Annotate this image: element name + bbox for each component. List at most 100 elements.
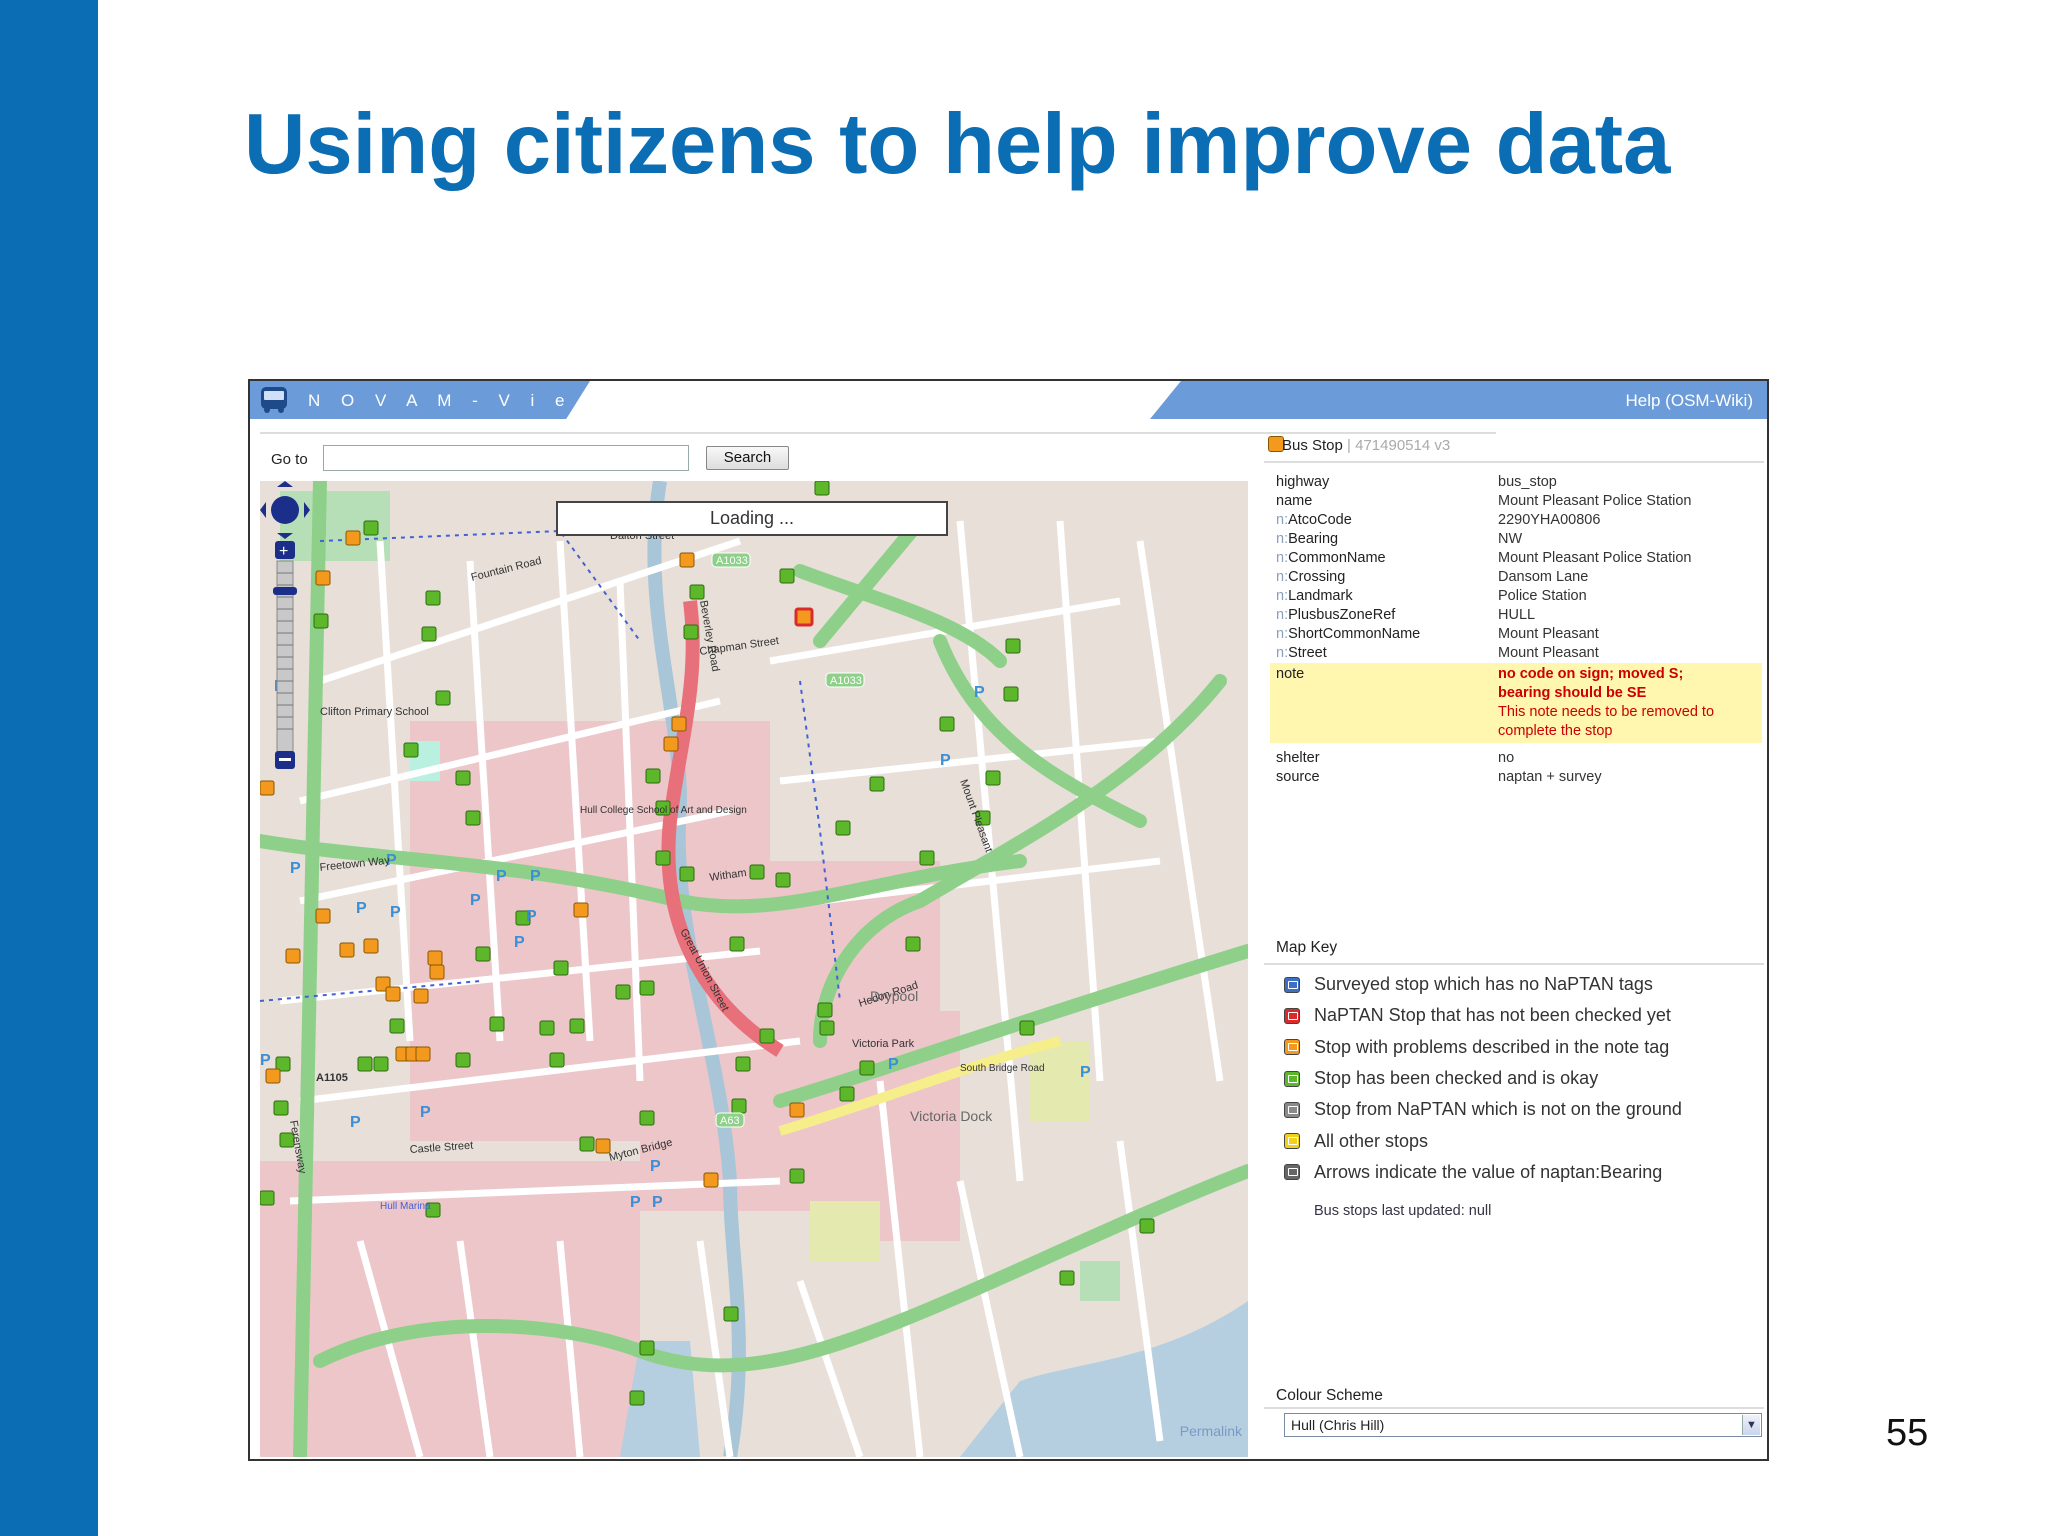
- map-label-hull-college: Hull College School of Art and Design: [580, 805, 747, 816]
- tag-key: highway: [1270, 473, 1498, 492]
- pan-left-icon: [260, 502, 266, 518]
- colour-scheme-title: Colour Scheme: [1276, 1387, 1383, 1404]
- tag-key-name: Street: [1288, 645, 1327, 661]
- map-key-label: NaPTAN Stop that has not been checked ye…: [1314, 1005, 1671, 1026]
- svg-text:P: P: [940, 752, 951, 769]
- pan-right-icon: [304, 502, 310, 518]
- svg-text:P: P: [974, 684, 985, 701]
- tag-key-name: name: [1276, 493, 1313, 509]
- tag-key: n:Crossing: [1270, 568, 1498, 587]
- tag-value: no: [1498, 750, 1515, 766]
- tag-rows-after: shelter no source naptan + survey: [1270, 749, 1762, 787]
- svg-text:P: P: [888, 1056, 899, 1073]
- tag-key-name: Bearing: [1288, 531, 1339, 547]
- loading-indicator: Loading ...: [556, 501, 948, 536]
- map-key-item: Arrows indicate the value of naptan:Bear…: [1284, 1157, 1754, 1188]
- permalink-link[interactable]: Permalink: [1180, 1423, 1242, 1439]
- svg-text:P: P: [350, 1114, 361, 1131]
- search-button[interactable]: Search: [706, 446, 789, 470]
- map-label-a1105: A1105: [316, 1072, 348, 1084]
- stop-heading: Bus Stop: [1282, 437, 1343, 454]
- map-label-fountain-road: Fountain Road: [470, 555, 543, 584]
- map-key-label: All other stops: [1314, 1130, 1429, 1151]
- pan-up-icon: [277, 481, 293, 487]
- map-key-item: Surveyed stop which has no NaPTAN tags: [1284, 969, 1754, 1000]
- tag-key: shelter: [1270, 749, 1498, 768]
- bus-stop-blue-icon: [1284, 976, 1300, 993]
- map-label-victoria-park: Victoria Park: [852, 1038, 915, 1050]
- map-canvas[interactable]: PPP PPP PPP PPP PPP PPP PP A1033 A1033 A…: [260, 481, 1248, 1457]
- map-label-victoria-dock: Victoria Dock: [910, 1108, 993, 1124]
- novam-viewer-window: N O V A M - V i e w e r Help (OSM-Wiki) …: [248, 379, 1769, 1461]
- tag-key-name: Crossing: [1288, 569, 1346, 585]
- tag-row: highway bus_stop: [1270, 473, 1762, 492]
- svg-text:A1033: A1033: [830, 675, 862, 687]
- tag-value: bus_stop: [1498, 474, 1557, 490]
- tag-row: n:Street Mount Pleasant: [1270, 644, 1762, 663]
- tag-key-name: CommonName: [1288, 550, 1386, 566]
- stop-title-divider: [1264, 461, 1764, 463]
- map-key-divider: [1264, 963, 1764, 965]
- tag-row: n:Bearing NW: [1270, 530, 1762, 549]
- tag-key-name: highway: [1276, 474, 1330, 490]
- svg-text:P: P: [526, 908, 537, 925]
- tag-row: shelter no: [1270, 749, 1762, 768]
- map-key-label: Stop from NaPTAN which is not on the gro…: [1314, 1099, 1682, 1120]
- tag-key: n:Bearing: [1270, 530, 1498, 549]
- map-key-label: Stop with problems described in the note…: [1314, 1036, 1670, 1057]
- svg-text:P: P: [652, 1194, 663, 1211]
- tag-key-name: source: [1276, 769, 1320, 785]
- svg-text:P: P: [530, 868, 541, 885]
- bus-stop-red-icon: [1284, 1007, 1300, 1024]
- map-label-clifton-school: Clifton Primary School: [320, 706, 429, 718]
- svg-text:P: P: [420, 1104, 431, 1121]
- map-key-label: Surveyed stop which has no NaPTAN tags: [1314, 974, 1653, 995]
- goto-input[interactable]: [323, 445, 689, 471]
- tag-value: 2290YHA00806: [1498, 512, 1601, 528]
- map-layer: PPP PPP PPP PPP PPP PPP PP A1033 A1033 A…: [260, 481, 1248, 1457]
- tag-value: Mount Pleasant: [1498, 626, 1599, 642]
- colour-scheme-select[interactable]: Hull (Chris Hill) ▼: [1284, 1413, 1762, 1437]
- tag-key: n:ShortCommonName: [1270, 625, 1498, 644]
- map-key-item: NaPTAN Stop that has not been checked ye…: [1284, 1000, 1754, 1031]
- tag-namespace: n:: [1276, 531, 1289, 547]
- tag-row: n:Landmark Police Station: [1270, 587, 1762, 606]
- tag-key: note: [1276, 666, 1305, 682]
- tag-value-note: no code on sign; moved S; bearing should…: [1498, 665, 1762, 741]
- zoom-slider-handle: [273, 587, 297, 595]
- note-hint-2: complete the stop: [1498, 723, 1613, 739]
- tag-key: n:PlusbusZoneRef: [1270, 606, 1498, 625]
- tag-value: HULL: [1498, 607, 1536, 623]
- map-key-title: Map Key: [1276, 939, 1338, 956]
- map-pan-zoom-control[interactable]: +: [260, 481, 310, 771]
- tag-value: Mount Pleasant Police Station: [1498, 493, 1692, 509]
- tag-row: n:AtcoCode 2290YHA00806: [1270, 511, 1762, 530]
- map-label-hull-marina: Hull Marina: [380, 1201, 431, 1212]
- goto-label: Go to: [271, 451, 308, 468]
- tag-key-name: shelter: [1276, 750, 1320, 766]
- map-label-beverley-road: Beverley Road: [697, 599, 721, 672]
- tag-row: n:CommonName Mount Pleasant Police Statio…: [1270, 549, 1762, 568]
- svg-text:P: P: [470, 892, 481, 909]
- tag-row: name Mount Pleasant Police Station: [1270, 492, 1762, 511]
- tag-namespace: n:: [1276, 550, 1289, 566]
- tag-key: n:Landmark: [1270, 587, 1498, 606]
- page-number: 55: [1886, 1412, 1929, 1454]
- bus-stop-grey-icon: [1284, 1101, 1300, 1118]
- colour-scheme-value: Hull (Chris Hill): [1291, 1417, 1385, 1433]
- note-row: note no code on sign; moved S; bearing s…: [1270, 663, 1762, 743]
- tag-key: source: [1270, 768, 1498, 787]
- help-link[interactable]: Help (OSM-Wiki): [1626, 391, 1754, 411]
- tag-value: Mount Pleasant: [1498, 645, 1599, 661]
- tag-key-name: PlusbusZoneRef: [1288, 607, 1396, 623]
- tag-namespace: n:: [1276, 607, 1289, 623]
- tag-value: NW: [1498, 531, 1523, 547]
- note-warning-2: bearing should be SE: [1498, 685, 1647, 701]
- map-key-list: Surveyed stop which has no NaPTAN tags Na…: [1284, 969, 1754, 1188]
- tag-key: name: [1270, 492, 1498, 511]
- stop-info-panel: Bus Stop | 471490514 v3 highway bus_stop n…: [1254, 425, 1767, 1459]
- tag-namespace: n:: [1276, 645, 1289, 661]
- tag-value: naptan + survey: [1498, 769, 1602, 785]
- tag-key-name: AtcoCode: [1288, 512, 1352, 528]
- chevron-down-icon[interactable]: ▼: [1742, 1415, 1760, 1435]
